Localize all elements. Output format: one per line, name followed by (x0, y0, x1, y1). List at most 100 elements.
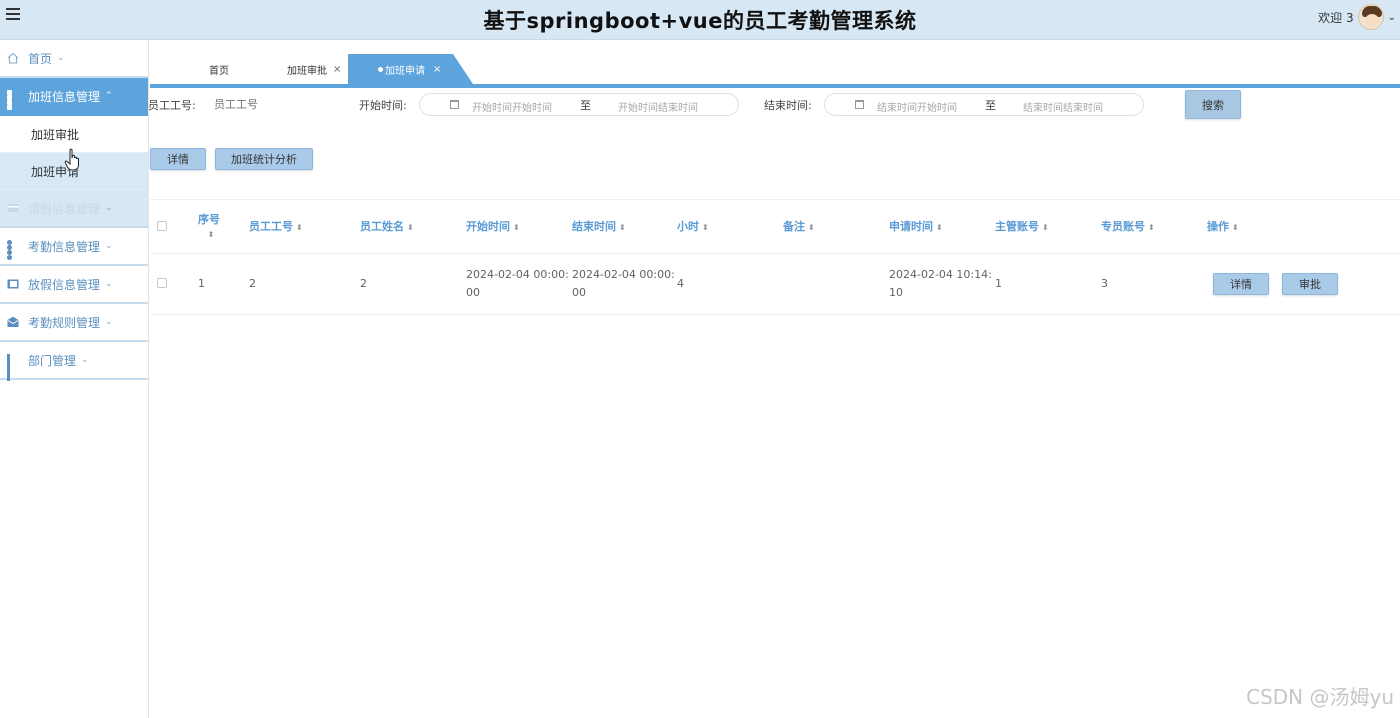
table-header: 序号 ⬍ 员工工号 ⬍ 员工姓名 ⬍ 开始时间 ⬍ 结束时间 ⬍ 小时 ⬍ 备注 ⬍ 申请时… (150, 199, 1400, 253)
sort-icon[interactable]: ⬍ (808, 223, 815, 232)
overtime-table: 序号 ⬍ 员工工号 ⬍ 员工姓名 ⬍ 开始时间 ⬍ 结束时间 ⬍ 小时 ⬍ 备注 ⬍ 申请时… (150, 199, 1400, 315)
sidebar-item-overtime-management[interactable]: 加班信息管理 ⌃ (0, 78, 148, 116)
chevron-down-icon: ⌄ (105, 241, 113, 251)
sidebar-item-attendance-management[interactable]: 考勤信息管理 ⌄ (0, 228, 148, 266)
chevron-down-icon: ⌄ (57, 53, 65, 63)
row-approve-button[interactable]: 审批 (1282, 273, 1338, 295)
employee-no-label: 员工工号: (148, 99, 196, 112)
sidebar-item-label: 放假信息管理 (28, 277, 101, 292)
sidebar-item-department-management[interactable]: 部门管理 ⌄ (0, 342, 148, 381)
column-header-employee-name[interactable]: 员工姓名 ⬍ (360, 218, 414, 234)
employee-no-input[interactable] (214, 92, 344, 116)
chevron-down-icon: ⌄ (81, 355, 89, 365)
sidebar-item-holiday-management[interactable]: 放假信息管理 ⌄ (0, 266, 148, 304)
tab-overtime-application[interactable]: 加班申请 × (348, 54, 473, 84)
sidebar: 首页 ⌄ 加班信息管理 ⌃ 加班审批 加班申请 请假信息管理 ⌄ 考勤信息管理 … (0, 40, 149, 718)
column-header-remark[interactable]: 备注 ⬍ (783, 218, 815, 234)
end-time-label: 结束时间: (764, 99, 812, 112)
column-header-manager-account[interactable]: 主管账号 ⬍ (995, 218, 1049, 234)
calendar-icon (855, 100, 864, 109)
cell-manager-account: 1 (995, 277, 1002, 290)
chevron-down-icon: ⌄ (105, 317, 113, 327)
sidebar-item-attendance-rules[interactable]: 考勤规则管理 ⌄ (0, 304, 148, 342)
cell-apply-time: 2024-02-04 10:14: 10 (889, 268, 992, 299)
column-header-actions[interactable]: 操作 ⬍ (1207, 218, 1239, 234)
sort-icon[interactable]: ⬍ (407, 223, 414, 232)
end-time-range-picker[interactable]: 结束时间开始时间 至 结束时间结束时间 (824, 93, 1144, 116)
chevron-down-icon[interactable]: ⌄ (1388, 12, 1396, 23)
sidebar-item-home[interactable]: 首页 ⌄ (0, 40, 148, 78)
sidebar-item-label: 请假信息管理 (28, 201, 101, 216)
column-header-end-time[interactable]: 结束时间 ⬍ (572, 218, 626, 234)
end-to-placeholder[interactable]: 结束时间结束时间 (1023, 99, 1103, 114)
cell-index: 1 (198, 277, 205, 290)
start-from-placeholder[interactable]: 开始时间开始时间 (472, 99, 552, 114)
sort-icon[interactable]: ⬍ (296, 223, 303, 232)
tab-label: 首页 (209, 65, 229, 77)
calendar-icon (450, 100, 459, 109)
column-header-apply-time[interactable]: 申请时间 ⬍ (889, 218, 943, 234)
sidebar-item-label: 首页 (28, 51, 53, 66)
user-menu[interactable]: 欢迎 3 ⌄ (1318, 2, 1396, 32)
sidebar-item-label: 加班信息管理 (28, 89, 101, 104)
chevron-down-icon: ⌄ (105, 279, 113, 289)
tab-label: 加班审批 (287, 65, 327, 77)
grid-icon (7, 90, 19, 110)
sidebar-item-label: 考勤信息管理 (28, 239, 101, 254)
close-icon[interactable]: × (433, 64, 441, 75)
card-icon (7, 202, 19, 214)
welcome-text: 欢迎 3 (1318, 10, 1354, 25)
mail-icon (7, 316, 19, 328)
cell-hours: 4 (677, 277, 684, 290)
cell-specialist-account: 3 (1101, 277, 1108, 290)
sort-icon[interactable]: ⬍ (936, 223, 943, 232)
hand-cursor-icon (64, 148, 79, 171)
search-button[interactable]: 搜索 (1185, 90, 1241, 119)
column-header-index[interactable]: 序号 ⬍ (198, 211, 220, 240)
home-icon (7, 52, 19, 64)
sort-icon[interactable]: ⬍ (619, 223, 626, 232)
tab-bar: 首页 加班审批 × 加班申请 × (150, 54, 1400, 88)
start-time-range-picker[interactable]: 开始时间开始时间 至 开始时间结束时间 (419, 93, 739, 116)
top-header: 基于springboot+vue的员工考勤管理系统 欢迎 3 ⌄ (0, 0, 1400, 40)
overtime-stats-button[interactable]: 加班统计分析 (215, 148, 313, 170)
sort-icon[interactable]: ⬍ (702, 223, 709, 232)
panel-icon (7, 278, 19, 290)
avatar[interactable] (1357, 4, 1384, 30)
apps-icon (7, 354, 19, 381)
select-all-checkbox[interactable] (157, 221, 167, 231)
cell-employee-name: 2 (360, 277, 367, 290)
sidebar-item-label: 部门管理 (28, 353, 77, 368)
sort-icon[interactable]: ⬍ (1232, 223, 1239, 232)
tab-overtime-approval[interactable]: 加班审批 × (287, 54, 341, 84)
sort-icon[interactable]: ⬍ (1042, 223, 1049, 232)
dots-icon (7, 240, 19, 260)
start-time-label: 开始时间: (359, 99, 407, 112)
range-separator: 至 (985, 99, 996, 112)
row-checkbox[interactable] (157, 278, 167, 288)
watermark: CSDN @汤姆yu (1246, 685, 1394, 709)
start-to-placeholder[interactable]: 开始时间结束时间 (618, 99, 698, 114)
cell-end-time: 2024-02-04 00:00: 00 (572, 268, 675, 299)
column-header-start-time[interactable]: 开始时间 ⬍ (466, 218, 520, 234)
sidebar-item-leave-management[interactable]: 请假信息管理 ⌄ (0, 190, 148, 228)
close-icon[interactable]: × (333, 64, 341, 75)
active-dot-icon (378, 66, 383, 72)
row-detail-button[interactable]: 详情 (1213, 273, 1269, 295)
cell-start-time: 2024-02-04 00:00: 00 (466, 268, 569, 299)
column-header-specialist-account[interactable]: 专员账号 ⬍ (1101, 218, 1155, 234)
detail-button[interactable]: 详情 (150, 148, 206, 170)
sort-icon[interactable]: ⬍ (1148, 223, 1155, 232)
tab-home[interactable]: 首页 (209, 54, 229, 84)
column-header-hours[interactable]: 小时 ⬍ (677, 218, 709, 234)
sort-icon[interactable]: ⬍ (208, 230, 215, 239)
chevron-down-icon: ⌄ (105, 203, 113, 213)
sidebar-item-label: 考勤规则管理 (28, 315, 101, 330)
end-from-placeholder[interactable]: 结束时间开始时间 (877, 99, 957, 114)
column-header-employee-no[interactable]: 员工工号 ⬍ (249, 218, 303, 234)
cell-employee-no: 2 (249, 277, 256, 290)
sidebar-item-label: 加班审批 (31, 127, 80, 142)
sort-icon[interactable]: ⬍ (513, 223, 520, 232)
app-title: 基于springboot+vue的员工考勤管理系统 (483, 9, 917, 33)
chevron-up-icon: ⌃ (105, 91, 113, 101)
